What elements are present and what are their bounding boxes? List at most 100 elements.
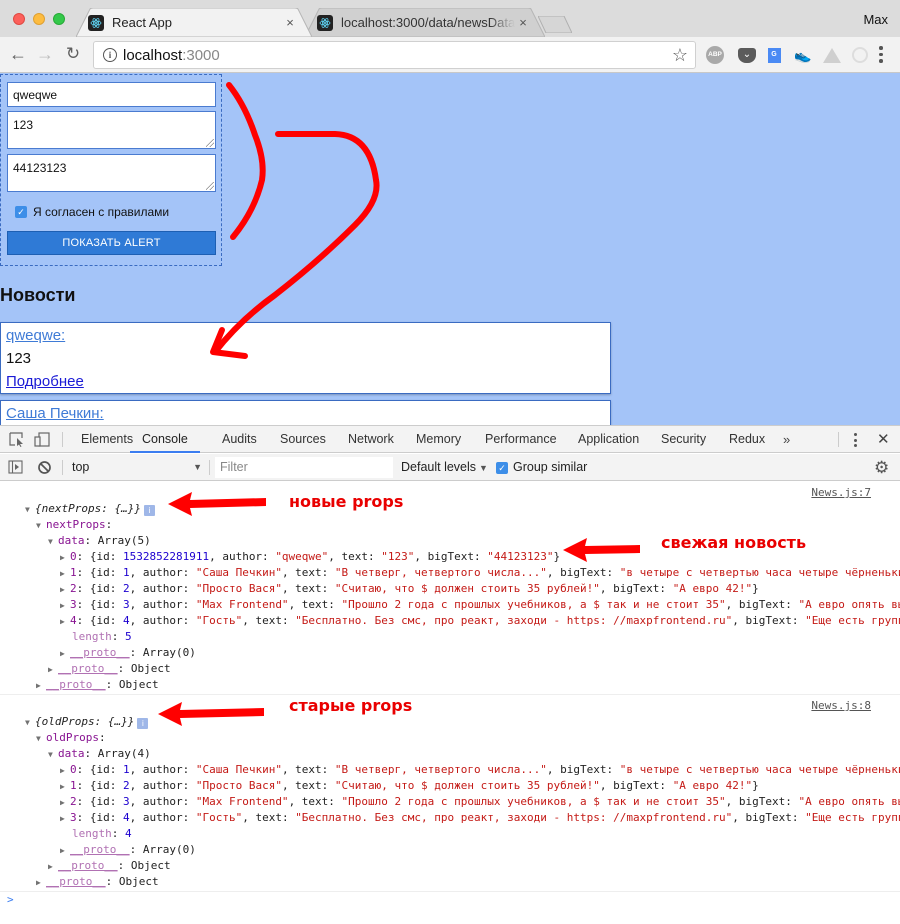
abp-icon[interactable]: ABP [705, 45, 725, 65]
expand-closed-triangle-icon[interactable]: ▶ [60, 763, 70, 778]
clear-console-icon[interactable] [37, 460, 53, 475]
devtools-tab-security[interactable]: Security [661, 426, 706, 453]
read-more-link[interactable]: Подробнее [6, 373, 84, 390]
array-item-row[interactable]: ▶ 1: {id: 2, author: "Просто Вася", text:… [0, 778, 900, 794]
source-link[interactable]: News.js:7 [811, 485, 871, 501]
browser-tab-react-app[interactable]: React App × [76, 8, 312, 37]
devtools-tab-application[interactable]: Application [578, 426, 639, 453]
devtools-tab-network[interactable]: Network [348, 426, 394, 453]
ring-icon[interactable] [850, 45, 870, 65]
reload-icon[interactable]: ↻ [63, 44, 83, 64]
expand-open-triangle-icon[interactable]: ▼ [48, 534, 58, 549]
close-tab-icon[interactable]: × [282, 15, 298, 30]
text-textarea[interactable]: 123 [7, 111, 216, 149]
sneaker-icon[interactable]: 👟 [793, 45, 813, 65]
minimize-window-button[interactable] [33, 13, 45, 25]
source-link[interactable]: News.js:8 [811, 698, 871, 714]
pocket-icon[interactable]: ⌄ [737, 45, 757, 65]
expand-closed-triangle-icon[interactable]: ▶ [48, 662, 58, 677]
object-summary[interactable]: {oldProps: {…}} [35, 715, 134, 728]
row-bigtext: "Еще есть группа вк" [805, 614, 900, 627]
data-line: ▼ data: Array(4) [0, 746, 900, 762]
group-similar-checkbox-row[interactable]: ✓ Group similar [496, 454, 587, 481]
show-alert-button[interactable]: ПОКАЗАТЬ ALERT [7, 231, 216, 255]
expand-closed-triangle-icon[interactable]: ▶ [36, 875, 46, 890]
text-value: 123 [13, 118, 34, 132]
back-arrow-icon[interactable]: ← [8, 44, 28, 64]
log-levels-select[interactable]: Default levels ▼ [401, 454, 488, 482]
console-message: News.js:8 ▼ {oldProps: {…}} i ▼ oldProps: ▼ dat… [0, 695, 900, 892]
expand-closed-triangle-icon[interactable]: ▶ [60, 598, 70, 613]
more-tabs-icon[interactable]: » [783, 426, 790, 453]
browser-tab-newsdata[interactable]: localhost:3000/data/newsData.json × [305, 8, 545, 37]
devtools-tab-memory[interactable]: Memory [416, 426, 461, 453]
expand-open-triangle-icon[interactable]: ▼ [25, 715, 35, 730]
devtools-tab-sources[interactable]: Sources [280, 426, 326, 453]
array-item-row[interactable]: ▶ 3: {id: 4, author: "Гость", text: "Бесп… [0, 810, 900, 826]
forward-arrow-icon[interactable]: → [35, 44, 55, 64]
row-index: 3 [70, 598, 77, 611]
expand-closed-triangle-icon[interactable]: ▶ [60, 779, 70, 794]
expand-closed-triangle-icon[interactable]: ▶ [60, 843, 70, 858]
inspect-element-icon[interactable] [9, 432, 25, 447]
console-filter-input[interactable]: Filter [215, 457, 393, 478]
group-similar-checkbox[interactable]: ✓ [496, 461, 508, 474]
close-devtools-icon[interactable]: ✕ [877, 426, 890, 453]
resize-handle-icon[interactable] [206, 139, 214, 147]
expand-closed-triangle-icon[interactable]: ▶ [60, 646, 70, 661]
console-prompt-input[interactable]: > [0, 892, 900, 908]
expand-closed-triangle-icon[interactable]: ▶ [60, 566, 70, 581]
devtools-tab-redux[interactable]: Redux [729, 426, 765, 453]
google-translate-icon[interactable]: G [764, 45, 784, 65]
bigtext-textarea[interactable]: 44123123 [7, 154, 216, 192]
array-item-row[interactable]: ▶ 3: {id: 3, author: "Max Frontend", text… [0, 597, 900, 613]
resize-handle-icon[interactable] [206, 182, 214, 190]
devtools-menu-icon[interactable] [854, 433, 857, 447]
expand-open-triangle-icon[interactable]: ▼ [25, 502, 35, 517]
new-tab-button[interactable] [538, 16, 572, 33]
maximize-window-button[interactable] [53, 13, 65, 25]
info-icon[interactable]: i [103, 48, 117, 62]
info-badge-icon[interactable]: i [137, 718, 149, 729]
expand-closed-triangle-icon[interactable]: ▶ [36, 678, 46, 693]
expand-closed-triangle-icon[interactable]: ▶ [60, 550, 70, 565]
array-item-row[interactable]: ▶ 2: {id: 2, author: "Просто Вася", text:… [0, 581, 900, 597]
array-item-row[interactable]: ▶ 4: {id: 4, author: "Гость", text: "Бесп… [0, 613, 900, 629]
object-summary[interactable]: {nextProps: {…}} [35, 502, 141, 515]
expand-open-triangle-icon[interactable]: ▼ [36, 731, 46, 746]
expand-open-triangle-icon[interactable]: ▼ [48, 747, 58, 762]
devtools-tab-elements[interactable]: Elements [81, 426, 133, 453]
array-item-row[interactable]: ▶ 2: {id: 3, author: "Max Frontend", text… [0, 794, 900, 810]
context-select[interactable]: top ▼ [72, 454, 206, 481]
agree-checkbox-row[interactable]: ✓ Я согласен с правилами [15, 205, 169, 219]
google-drive-icon[interactable] [822, 45, 842, 65]
news-author-link[interactable]: qweqwe: [6, 327, 65, 344]
bookmark-star-icon[interactable]: ☆ [672, 45, 688, 66]
show-sidebar-icon[interactable] [8, 460, 24, 475]
news-author-link[interactable]: Саша Печкин: [6, 405, 104, 422]
devtools-tab-audits[interactable]: Audits [222, 426, 257, 453]
expand-closed-triangle-icon[interactable]: ▶ [48, 859, 58, 874]
close-tab-icon[interactable]: × [515, 15, 531, 30]
profile-name[interactable]: Max [863, 12, 888, 27]
expand-closed-triangle-icon[interactable]: ▶ [60, 811, 70, 826]
expand-closed-triangle-icon[interactable]: ▶ [60, 795, 70, 810]
devtools-tab-console[interactable]: Console [130, 426, 200, 453]
author-input[interactable]: qweqwe [7, 82, 216, 107]
browser-menu-icon[interactable] [878, 46, 884, 63]
address-bar[interactable]: i localhost :3000 ☆ [93, 41, 696, 69]
row-author: "Саша Печкин" [195, 763, 282, 776]
expand-open-triangle-icon[interactable]: ▼ [36, 518, 46, 533]
info-badge-icon[interactable]: i [143, 505, 155, 516]
device-toolbar-icon[interactable] [34, 432, 50, 447]
props-line: ▼ oldProps: [0, 730, 900, 746]
row-text: "Считаю, что $ должен стоить 35 рублей!" [334, 582, 600, 595]
array-item-row[interactable]: ▶ 1: {id: 1, author: "Саша Печкин", text:… [0, 565, 900, 581]
close-window-button[interactable] [13, 13, 25, 25]
array-item-row[interactable]: ▶ 0: {id: 1, author: "Саша Печкин", text:… [0, 762, 900, 778]
console-settings-gear-icon[interactable]: ⚙ [874, 458, 889, 478]
expand-closed-triangle-icon[interactable]: ▶ [60, 582, 70, 597]
agree-checkbox[interactable]: ✓ [15, 206, 27, 218]
expand-closed-triangle-icon[interactable]: ▶ [60, 614, 70, 629]
devtools-tab-performance[interactable]: Performance [485, 426, 557, 453]
